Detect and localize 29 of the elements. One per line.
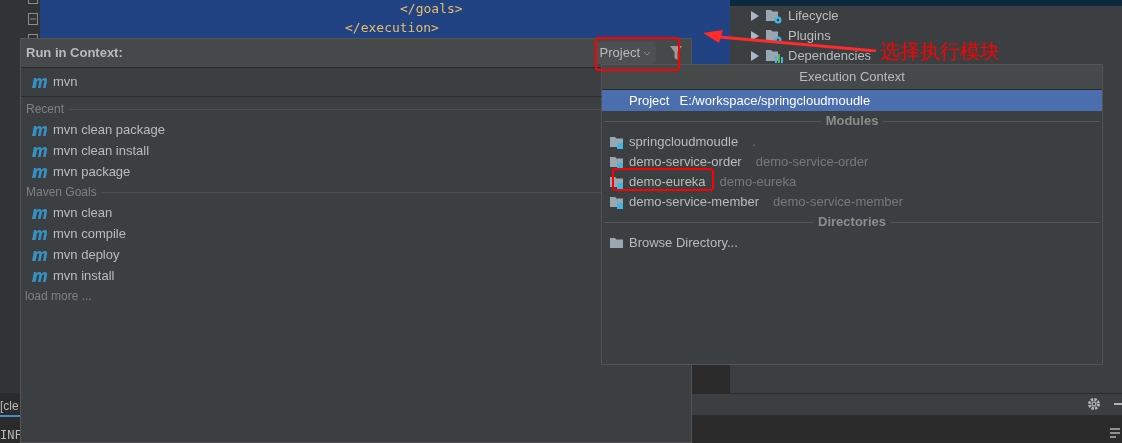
module-path: demo-service-member bbox=[773, 193, 904, 212]
context-dropdown[interactable]: Project bbox=[594, 42, 656, 64]
module-item[interactable]: demo-service-order bbox=[629, 152, 742, 172]
module-path: . bbox=[752, 133, 756, 152]
group-header: Maven Goals bbox=[26, 184, 97, 201]
code-line: </goals> bbox=[400, 0, 463, 18]
popup-title: Run in Context: bbox=[26, 44, 123, 63]
section-header: Directories bbox=[818, 213, 886, 232]
section-header: Modules bbox=[825, 112, 879, 131]
group-header: Recent bbox=[26, 101, 65, 118]
menu-title: Execution Context bbox=[799, 68, 905, 87]
module-path: demo-eureka bbox=[719, 173, 797, 192]
command-item[interactable]: mvn clean package bbox=[53, 119, 165, 140]
command-item[interactable]: mvn clean install bbox=[53, 140, 150, 161]
tree-item[interactable]: Plugins bbox=[788, 26, 831, 46]
module-path: demo-service-order bbox=[755, 153, 869, 172]
command-item[interactable]: mvn install bbox=[53, 265, 115, 286]
tree-item[interactable]: Lifecycle bbox=[788, 6, 839, 26]
annotation-label: 选择执行模块 bbox=[880, 39, 1000, 63]
console-line: INF bbox=[0, 427, 22, 443]
command-item[interactable]: mvn clean bbox=[53, 202, 113, 223]
command-item[interactable]: mvn compile bbox=[53, 223, 126, 244]
command-item[interactable]: mvn package bbox=[53, 161, 131, 182]
project-item[interactable]: Project E:/workspace/springcloudmoudle bbox=[602, 90, 1102, 111]
module-item[interactable]: springcloudmoudle bbox=[629, 132, 739, 152]
module-item[interactable]: demo-service-member bbox=[629, 192, 760, 212]
command-item[interactable]: mvn deploy bbox=[53, 244, 120, 265]
code-line: </execution> bbox=[345, 19, 439, 37]
module-item[interactable]: Browse Directory... bbox=[629, 233, 738, 253]
